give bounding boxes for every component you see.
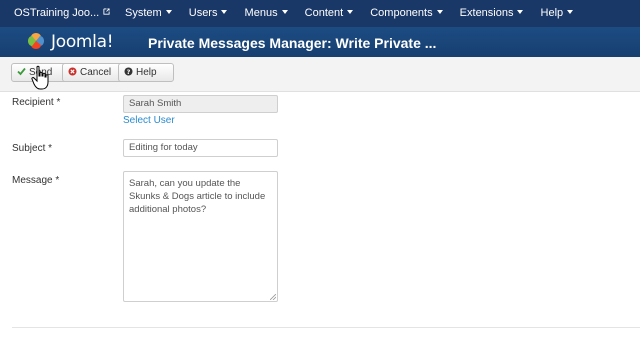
message-text: Sarah, can you update the Skunks & Dogs … [129,178,266,215]
menu-menus[interactable]: Menus [245,7,288,19]
menu-content[interactable]: Content [305,7,354,19]
page-title: Private Messages Manager: Write Private … [148,35,437,51]
cancel-circle-icon [68,67,77,76]
caret-down-icon [517,10,524,14]
form-divider [12,327,640,328]
site-name-label: OSTraining Joo... [14,7,100,19]
question-circle-icon: ? [124,67,133,76]
main-menu: System Users Menus Content Components Ex… [125,7,587,19]
caret-down-icon [347,10,354,14]
toolbar: Send Cancel ?Help [0,57,640,92]
hand-pointer-cursor-icon [31,65,49,90]
caret-down-icon [567,10,574,14]
cancel-button-label: Cancel [80,67,112,78]
help-button-label: Help [136,67,157,78]
caret-down-icon [221,10,228,14]
joomla-logo-text: Joomla! [51,32,114,52]
recipient-label: Recipient * [12,97,61,108]
admin-top-navbar: OSTraining Joo... System Users Menus Con… [0,0,640,27]
caret-down-icon [165,10,172,14]
cancel-button[interactable]: Cancel [62,63,124,82]
joomla-logo-icon [28,33,44,49]
page-header: Joomla! Private Messages Manager: Write … [0,27,640,57]
menu-help[interactable]: Help [541,7,574,19]
menu-extensions[interactable]: Extensions [460,7,524,19]
select-user-link[interactable]: Select User [123,115,175,126]
caret-down-icon [436,10,443,14]
check-icon [17,67,26,76]
message-textarea[interactable]: Sarah, can you update the Skunks & Dogs … [123,171,278,302]
message-label: Message * [12,175,60,186]
resize-handle-icon[interactable] [270,294,276,300]
menu-users[interactable]: Users [189,7,228,19]
menu-system[interactable]: System [125,7,172,19]
recipient-field[interactable]: Sarah Smith [123,95,278,113]
subject-input[interactable]: Editing for today [123,139,278,157]
help-button[interactable]: ? Help [118,63,174,82]
svg-text:?: ? [127,68,131,76]
menu-components[interactable]: Components [370,7,443,19]
subject-label: Subject * [12,143,53,154]
caret-down-icon [281,10,288,14]
external-link-icon [103,8,110,15]
site-name-link[interactable]: OSTraining Joo... [14,7,110,19]
